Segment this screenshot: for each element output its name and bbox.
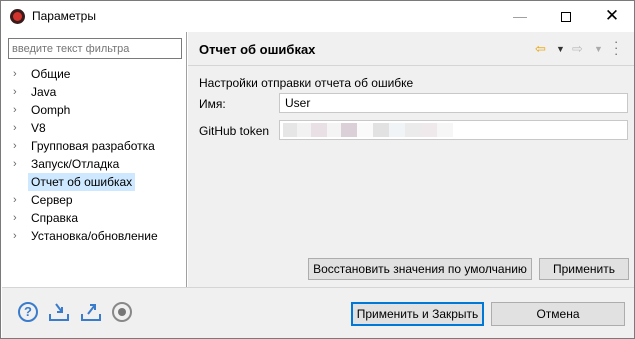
tree-item-general[interactable]: › Общие: [2, 65, 186, 83]
github-token-field[interactable]: [279, 120, 628, 140]
preference-page: Отчет об ошибках ⇦ ▼ ⇨ ▼ · · · Настройки о…: [188, 32, 634, 287]
tree-item-label: Установка/обновление: [31, 229, 158, 243]
page-header: Отчет об ошибках ⇦ ▼ ⇨ ▼ · · ·: [188, 32, 634, 66]
chevron-right-icon[interactable]: ›: [13, 101, 23, 119]
tree-item-group-development[interactable]: › Групповая разработка: [2, 137, 186, 155]
filter-input[interactable]: [8, 38, 182, 59]
dialog-footer: ? Применить и Закрыть Отмена: [2, 287, 634, 338]
view-menu-icon[interactable]: · · ·: [614, 35, 618, 60]
record-icon[interactable]: [112, 302, 132, 322]
forward-dropdown-icon[interactable]: ▼: [594, 44, 603, 54]
tree-item-label: Отчет об ошибках: [28, 173, 136, 191]
chevron-right-icon[interactable]: ›: [13, 137, 23, 155]
app-icon: [10, 9, 25, 24]
import-icon[interactable]: [48, 302, 69, 322]
window-title: Параметры: [32, 9, 96, 23]
name-field[interactable]: User: [279, 93, 628, 113]
tree-item-v8[interactable]: › V8: [2, 119, 186, 137]
tree-item-help[interactable]: › Справка: [2, 209, 186, 227]
tree-item-error-report[interactable]: Отчет об ошибках: [2, 173, 186, 191]
tree-item-label: Java: [31, 85, 57, 99]
title-bar: Параметры — ✕: [1, 1, 634, 32]
apply-button[interactable]: Применить: [539, 258, 629, 280]
tree-item-install-update[interactable]: › Установка/обновление: [2, 227, 186, 245]
back-arrow-icon[interactable]: ⇦: [535, 41, 546, 57]
tree-item-java[interactable]: › Java: [2, 83, 186, 101]
cancel-button[interactable]: Отмена: [491, 302, 625, 326]
chevron-right-icon[interactable]: ›: [13, 209, 23, 227]
tree-item-label: Сервер: [31, 193, 73, 207]
navigation-panel: › Общие › Java › Oomph › V8 › Групповая разра…: [2, 32, 187, 287]
chevron-right-icon[interactable]: ›: [13, 227, 23, 245]
preferences-window: Параметры — ✕ › Общие › Java › Oomph › V8 › Г…: [0, 0, 635, 339]
tree-item-oomph[interactable]: › Oomph: [2, 101, 186, 119]
tree-item-label: Групповая разработка: [31, 139, 155, 153]
restore-defaults-button[interactable]: Восстановить значения по умолчанию: [308, 258, 532, 280]
maximize-button[interactable]: [543, 1, 589, 31]
chevron-right-icon[interactable]: ›: [13, 119, 23, 137]
back-dropdown-icon[interactable]: ▼: [556, 44, 565, 54]
minimize-button[interactable]: —: [497, 1, 543, 31]
tree-item-label: Oomph: [31, 103, 71, 117]
chevron-right-icon[interactable]: ›: [13, 83, 23, 101]
apply-and-close-button[interactable]: Применить и Закрыть: [351, 302, 484, 326]
name-label: Имя:: [199, 97, 226, 111]
github-token-label: GitHub token: [199, 124, 270, 138]
export-icon[interactable]: [80, 302, 101, 322]
tree-item-label: Запуск/Отладка: [31, 157, 120, 171]
close-button[interactable]: ✕: [589, 1, 634, 31]
help-icon[interactable]: ?: [18, 302, 38, 322]
tree-item-label: V8: [31, 121, 46, 135]
chevron-right-icon[interactable]: ›: [13, 191, 23, 209]
tree-item-server[interactable]: › Сервер: [2, 191, 186, 209]
tree-item-label: Общие: [31, 67, 71, 81]
preferences-tree: › Общие › Java › Oomph › V8 › Групповая разра…: [2, 65, 186, 245]
forward-arrow-icon[interactable]: ⇨: [572, 41, 583, 57]
page-title: Отчет об ошибках: [199, 42, 316, 57]
chevron-right-icon[interactable]: ›: [13, 155, 23, 173]
tree-item-run-debug[interactable]: › Запуск/Отладка: [2, 155, 186, 173]
chevron-right-icon[interactable]: ›: [13, 65, 23, 83]
page-description: Настройки отправки отчета об ошибке: [199, 76, 414, 90]
tree-item-label: Справка: [31, 211, 79, 225]
